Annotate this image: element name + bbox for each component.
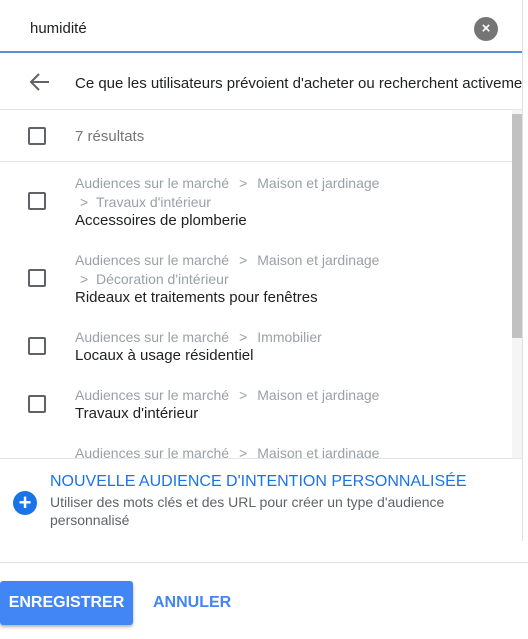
path-segment: Maison et jardinage	[257, 252, 380, 268]
path-separator: >	[239, 175, 248, 191]
audience-panel: humidité × Ce que les utilisateurs prévo…	[0, 0, 523, 541]
item-checkbox[interactable]	[28, 192, 46, 210]
results-row: 7 résultats	[0, 110, 522, 162]
path-segment: Audiences sur le marché	[75, 175, 230, 191]
search-bar: humidité ×	[0, 0, 522, 53]
item-name: Accessoires de plomberie	[75, 212, 247, 229]
item-path: Audiences sur le marché > Maison et jardin…	[75, 445, 379, 458]
new-audience-title[interactable]: NOUVELLE AUDIENCE D'INTENTION PERSONNALI…	[50, 473, 466, 491]
path-segment: Audiences sur le marché	[75, 329, 230, 345]
list-item[interactable]: Audiences sur le marché > Maison et jardin…	[0, 162, 512, 240]
results-list: Audiences sur le marché > Maison et jardin…	[0, 162, 512, 458]
path-segment: Audiences sur le marché	[75, 445, 230, 458]
new-audience-description: Utiliser des mots clés et des URL pour c…	[50, 494, 445, 528]
cancel-button[interactable]: ANNULER	[153, 581, 231, 625]
path-separator: >	[80, 194, 89, 210]
item-name: Rideaux et traitements pour fenêtres	[75, 289, 318, 306]
path-separator: >	[239, 387, 248, 403]
item-path: Audiences sur le marché > Maison et jardin…	[75, 175, 379, 191]
path-segment: Décoration d'intérieur	[95, 271, 229, 287]
select-all-checkbox[interactable]	[28, 127, 46, 145]
item-checkbox[interactable]	[28, 337, 46, 355]
item-path: Audiences sur le marché > Maison et jardin…	[75, 252, 379, 268]
category-title: Ce que les utilisateurs prévoient d'ache…	[75, 75, 522, 92]
add-icon[interactable]: +	[13, 491, 37, 515]
new-custom-intent-audience[interactable]: + NOUVELLE AUDIENCE D'INTENTION PERSONNA…	[0, 458, 522, 541]
path-segment: Maison et jardinage	[257, 445, 380, 458]
path-segment: Audiences sur le marché	[75, 252, 230, 268]
save-button[interactable]: ENREGISTRER	[0, 581, 133, 625]
item-name: Locaux à usage résidentiel	[75, 347, 254, 364]
dialog-footer: ENREGISTRER ANNULER	[0, 562, 528, 639]
results-count: 7 résultats	[75, 128, 145, 145]
path-separator: >	[239, 329, 248, 345]
path-separator: >	[80, 271, 89, 287]
item-checkbox[interactable]	[28, 395, 46, 413]
path-segment: Maison et jardinage	[257, 175, 380, 191]
item-checkbox[interactable]	[28, 269, 46, 287]
path-separator: >	[239, 252, 248, 268]
list-item[interactable]: Audiences sur le marché > Immobilier Locau…	[0, 317, 512, 375]
list-item[interactable]: Audiences sur le marché > Maison et jardin…	[0, 240, 512, 317]
list-item[interactable]: Audiences sur le marché > Maison et jardin…	[0, 375, 512, 433]
search-input[interactable]: humidité	[30, 20, 87, 37]
list-item[interactable]: Audiences sur le marché > Maison et jardin…	[0, 433, 512, 458]
path-segment: Audiences sur le marché	[75, 387, 230, 403]
path-separator: >	[239, 445, 248, 458]
item-name: Travaux d'intérieur	[75, 405, 199, 422]
back-arrow-icon[interactable]	[27, 70, 53, 94]
category-header: Ce que les utilisateurs prévoient d'ache…	[0, 54, 522, 110]
scrollbar-thumb[interactable]	[512, 114, 522, 338]
item-path: Audiences sur le marché > Maison et jardin…	[75, 387, 379, 403]
path-segment: Maison et jardinage	[257, 387, 380, 403]
item-path-continued: > Travaux d'intérieur	[80, 194, 211, 210]
clear-search-icon[interactable]: ×	[474, 17, 498, 41]
item-path: Audiences sur le marché > Immobilier	[75, 329, 322, 345]
path-segment: Immobilier	[257, 329, 322, 345]
path-segment: Travaux d'intérieur	[95, 194, 211, 210]
item-path-continued: > Décoration d'intérieur	[80, 271, 229, 287]
